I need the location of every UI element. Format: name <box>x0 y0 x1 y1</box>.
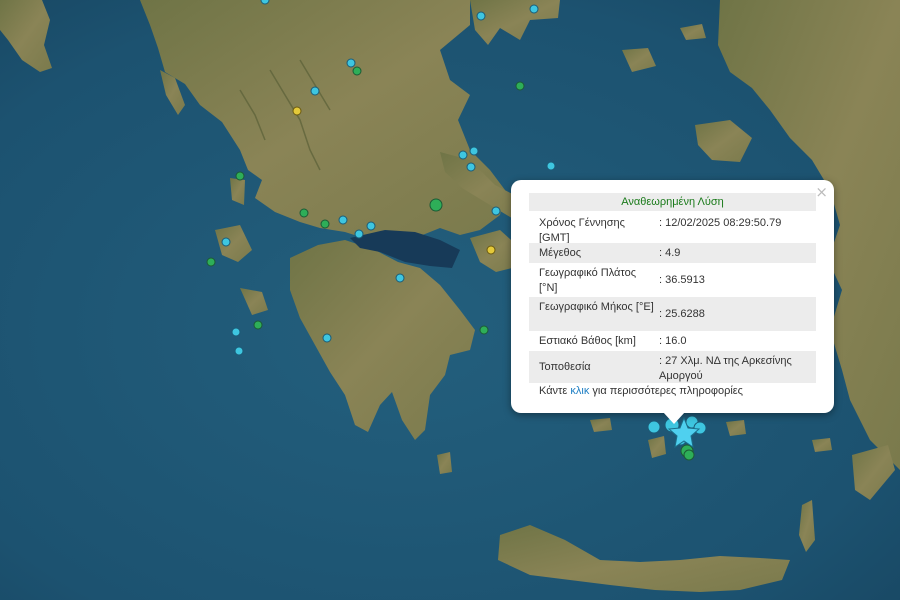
event-marker[interactable] <box>206 257 216 267</box>
row-label: Μέγεθος <box>539 247 582 259</box>
row-location: Τοποθεσία : 27 Χλμ. ΝΔ της Αρκεσίνης Αμο… <box>529 351 816 383</box>
event-marker[interactable] <box>292 106 302 116</box>
event-marker[interactable] <box>299 208 309 218</box>
event-marker[interactable] <box>235 171 245 181</box>
row-value: : 16.0 <box>659 335 687 347</box>
close-icon[interactable]: × <box>815 183 828 201</box>
event-marker[interactable] <box>515 81 525 91</box>
event-marker[interactable] <box>529 4 539 14</box>
footer-text-before: Κάντε <box>539 385 571 397</box>
event-marker[interactable] <box>354 229 364 239</box>
event-marker[interactable] <box>253 320 263 330</box>
row-value: : 25.6288 <box>659 308 705 320</box>
event-marker[interactable] <box>322 333 332 343</box>
event-marker[interactable] <box>310 86 320 96</box>
event-marker[interactable] <box>221 237 231 247</box>
land-cyclades-2 <box>812 438 832 452</box>
event-marker[interactable] <box>466 162 476 172</box>
event-marker[interactable] <box>486 245 496 255</box>
event-marker[interactable] <box>491 206 501 216</box>
event-marker[interactable] <box>683 449 695 461</box>
row-label: Γεωγραφικό Πλάτος [°N] <box>539 267 637 294</box>
event-marker[interactable] <box>469 146 479 156</box>
event-marker[interactable] <box>476 11 486 21</box>
event-marker[interactable] <box>231 327 241 337</box>
event-marker[interactable] <box>395 273 405 283</box>
event-marker[interactable] <box>546 161 556 171</box>
row-longitude: Γεωγραφικό Μήκος [°E] : 25.6288 <box>529 297 816 331</box>
event-marker[interactable] <box>458 150 468 160</box>
event-marker[interactable] <box>346 58 356 68</box>
event-marker[interactable] <box>338 215 348 225</box>
event-marker[interactable] <box>479 325 489 335</box>
event-marker[interactable] <box>366 221 376 231</box>
row-label: Τοποθεσία <box>539 361 591 373</box>
event-info-popup: × Αναθεωρημένη Λύση Χρόνος Γέννησης [GMT… <box>511 180 834 413</box>
event-marker[interactable] <box>352 66 362 76</box>
row-origin-time: Χρόνος Γέννησης [GMT] : 12/02/2025 08:29… <box>529 213 816 247</box>
row-latitude: Γεωγραφικό Πλάτος [°N] : 36.5913 <box>529 263 816 297</box>
row-value: : 12/02/2025 08:29:50.79 <box>659 217 782 229</box>
event-marker[interactable] <box>234 346 244 356</box>
row-label: Χρόνος Γέννησης [GMT] <box>539 217 625 244</box>
event-marker[interactable] <box>260 0 270 5</box>
popup-pointer <box>663 412 685 424</box>
popup-title: Αναθεωρημένη Λύση <box>529 193 816 211</box>
event-marker[interactable] <box>647 420 661 434</box>
row-value: : 27 Χλμ. ΝΔ της Αρκεσίνης Αμοργού <box>659 355 792 382</box>
popup-footer: Κάντε κλικ για περισσότερες πληροφορίες <box>539 385 743 397</box>
row-value: : 36.5913 <box>659 274 705 286</box>
more-info-link[interactable]: κλικ <box>570 385 589 397</box>
row-depth: Εστιακό Βάθος [km] : 16.0 <box>529 331 816 351</box>
footer-text-after: για περισσότερες πληροφορίες <box>589 385 743 397</box>
row-magnitude: Μέγεθος : 4.9 <box>529 243 816 263</box>
row-label: Εστιακό Βάθος [km] <box>539 335 636 347</box>
row-value: : 4.9 <box>659 247 681 259</box>
event-marker[interactable] <box>429 198 443 212</box>
event-marker[interactable] <box>320 219 330 229</box>
row-label: Γεωγραφικό Μήκος [°E] <box>539 301 654 313</box>
